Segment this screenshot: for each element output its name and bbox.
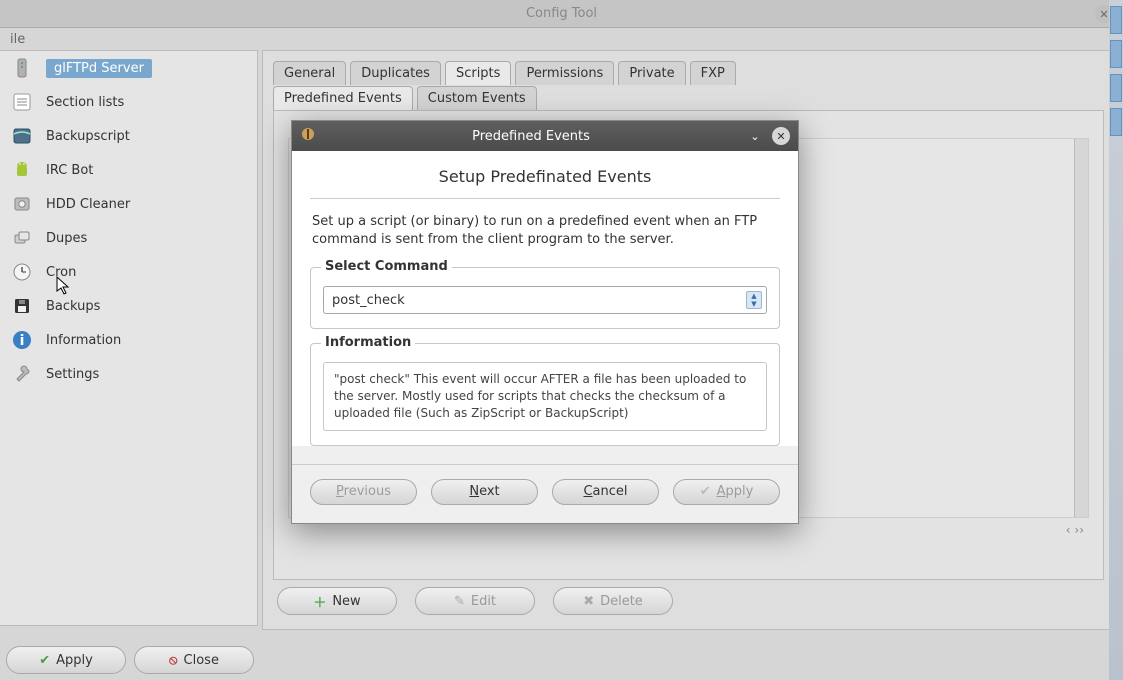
command-select[interactable]: post_check ▲▼ — [323, 286, 767, 314]
subtab-predefined-events[interactable]: Predefined Events — [273, 86, 413, 111]
sidebar-item-hdd-cleaner[interactable]: HDD Cleaner — [0, 187, 257, 221]
sidebar-item-glftpd-server[interactable]: glFTPd Server — [0, 51, 257, 85]
edit-button[interactable]: ✎ Edit — [415, 587, 535, 615]
sidebar-label: Backups — [46, 299, 100, 314]
tab-row-main: General Duplicates Scripts Permissions P… — [273, 61, 1104, 85]
information-group: Information "post check" This event will… — [310, 343, 780, 445]
sidebar-label: HDD Cleaner — [46, 197, 130, 212]
window-title: Config Tool — [526, 6, 597, 21]
tab-fxp[interactable]: FXP — [690, 61, 736, 85]
sidebar-label: Information — [46, 333, 121, 348]
modal-titlebar[interactable]: Predefined Events ⌄ ✕ — [292, 121, 798, 151]
taskbar-thumb[interactable] — [1110, 40, 1122, 68]
taskbar-thumb[interactable] — [1110, 6, 1122, 34]
sidebar-item-section-lists[interactable]: Section lists — [0, 85, 257, 119]
sidebar-label: Settings — [46, 367, 99, 382]
tab-permissions[interactable]: Permissions — [515, 61, 614, 85]
sidebar-label: Cron — [46, 265, 76, 280]
sidebar-item-dupes[interactable]: Dupes — [0, 221, 257, 255]
close-icon: ⦸ — [169, 653, 177, 668]
select-command-group: Select Command post_check ▲▼ — [310, 267, 780, 329]
svg-text:i: i — [20, 333, 25, 349]
sidebar-label: Section lists — [46, 95, 124, 110]
app-close-button[interactable]: ⦸ Close — [134, 646, 254, 674]
cancel-button[interactable]: Cancel — [552, 479, 659, 505]
check-icon: ✔ — [700, 484, 711, 499]
server-icon — [8, 54, 36, 82]
window-titlebar: Config Tool ✕ — [0, 0, 1123, 28]
list-icon — [8, 88, 36, 116]
sidebar-label: Backupscript — [46, 129, 130, 144]
next-button[interactable]: Next — [431, 479, 538, 505]
sidebar-item-settings[interactable]: Settings — [0, 357, 257, 391]
app-apply-button[interactable]: ✔ Apply — [6, 646, 126, 674]
modal-description: Set up a script (or binary) to run on a … — [310, 199, 780, 267]
sidebar-item-backupscript[interactable]: Backupscript — [0, 119, 257, 153]
disk-icon — [8, 122, 36, 150]
previous-button[interactable]: Previous — [310, 479, 417, 505]
info-icon: i — [8, 326, 36, 354]
sidebar-item-backups[interactable]: Backups — [0, 289, 257, 323]
sidebar-label: Dupes — [46, 231, 87, 246]
sidebar-item-irc-bot[interactable]: IRC Bot — [0, 153, 257, 187]
tab-private[interactable]: Private — [618, 61, 685, 85]
modal-predefined-events: Predefined Events ⌄ ✕ Setup Predefinated… — [291, 120, 799, 524]
taskbar-thumb[interactable] — [1110, 108, 1122, 136]
select-spinner-icon[interactable]: ▲▼ — [746, 291, 762, 309]
sidebar-item-cron[interactable]: Cron — [0, 255, 257, 289]
new-button[interactable]: ＋ New — [277, 587, 397, 615]
app-close-label: Close — [184, 653, 219, 668]
sidebar: glFTPd Server Section lists Backupscript… — [0, 50, 258, 626]
modal-apply-label: Apply — [717, 484, 754, 499]
edit-button-label: Edit — [471, 594, 496, 609]
delete-button[interactable]: ✖ Delete — [553, 587, 673, 615]
modal-title: Predefined Events — [324, 129, 738, 144]
wrench-icon — [8, 360, 36, 388]
content-button-row: ＋ New ✎ Edit ✖ Delete — [277, 587, 673, 615]
new-button-label: New — [332, 594, 360, 609]
previous-button-label: Previous — [336, 484, 391, 499]
plus-icon: ＋ — [313, 592, 326, 611]
hscroll-indicator: ‹ ›› — [1066, 523, 1084, 537]
sidebar-label: glFTPd Server — [46, 59, 152, 78]
modal-minimize-button[interactable]: ⌄ — [746, 127, 764, 145]
sidebar-item-information[interactable]: i Information — [0, 323, 257, 357]
dupes-icon — [8, 224, 36, 252]
command-select-value: post_check — [332, 293, 405, 308]
pencil-icon: ✎ — [454, 594, 465, 609]
tab-duplicates[interactable]: Duplicates — [350, 61, 441, 85]
modal-footer: Previous Next Cancel ✔ Apply — [292, 464, 798, 523]
modal-heading: Setup Predefinated Events — [310, 167, 780, 199]
modal-app-icon — [300, 126, 316, 146]
next-button-label: Next — [469, 484, 499, 499]
delete-button-label: Delete — [600, 594, 643, 609]
tab-row-sub: Predefined Events Custom Events — [273, 86, 1104, 111]
check-icon: ✔ — [39, 653, 50, 668]
taskbar-thumb[interactable] — [1110, 74, 1122, 102]
desktop-right-edge — [1109, 0, 1123, 680]
delete-icon: ✖ — [583, 594, 594, 609]
subtab-custom-events[interactable]: Custom Events — [417, 86, 537, 111]
app-button-row: ✔ Apply ⦸ Close — [6, 646, 254, 674]
information-legend: Information — [321, 335, 415, 350]
modal-body: Setup Predefinated Events Set up a scrip… — [292, 151, 798, 446]
cancel-button-label: Cancel — [583, 484, 627, 499]
sidebar-label: IRC Bot — [46, 163, 93, 178]
menubar: ile — [0, 28, 1123, 50]
tab-scripts[interactable]: Scripts — [445, 61, 511, 85]
modal-close-button[interactable]: ✕ — [772, 127, 790, 145]
tab-general[interactable]: General — [273, 61, 346, 85]
clock-icon — [8, 258, 36, 286]
android-icon — [8, 156, 36, 184]
app-apply-label: Apply — [56, 653, 93, 668]
floppy-icon — [8, 292, 36, 320]
vertical-scrollbar[interactable] — [1074, 139, 1088, 517]
drive-icon — [8, 190, 36, 218]
select-command-legend: Select Command — [321, 259, 452, 274]
information-text: "post check" This event will occur AFTER… — [323, 362, 767, 430]
modal-apply-button[interactable]: ✔ Apply — [673, 479, 780, 505]
menu-file[interactable]: ile — [4, 30, 31, 49]
